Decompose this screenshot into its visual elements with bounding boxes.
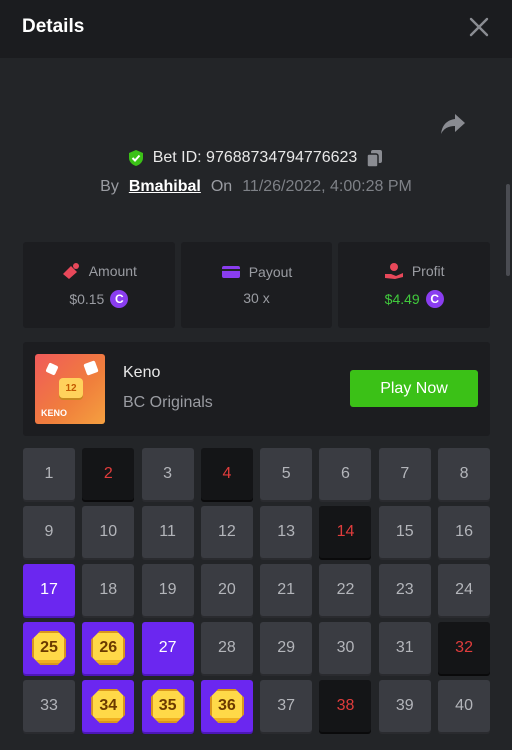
- scrollbar[interactable]: [506, 184, 510, 276]
- keno-cell-26: 26: [82, 622, 135, 674]
- keno-cell-28: 28: [200, 622, 253, 674]
- page-title: Details: [22, 16, 85, 37]
- byline: By Bmahibal On 11/26/2022, 4:00:28 PM: [0, 178, 512, 196]
- game-provider: BC Originals: [123, 394, 213, 411]
- keno-cell-12: 12: [200, 506, 253, 558]
- shield-check-icon: [128, 150, 143, 166]
- bet-id-row: Bet ID: 97688734794776623: [0, 148, 512, 168]
- play-now-button[interactable]: Play Now: [350, 370, 478, 407]
- keno-cell-13: 13: [260, 506, 313, 558]
- keno-cell-21: 21: [260, 564, 313, 616]
- keno-cell-39: 39: [378, 680, 431, 732]
- coin-icon: C: [110, 290, 129, 308]
- keno-cell-17: 17: [23, 564, 75, 616]
- profit-stat: Profit $4.49 C: [338, 242, 491, 328]
- keno-cell-1: 1: [23, 448, 75, 500]
- profit-hand-icon: [384, 263, 403, 279]
- hit-gem-icon: 34: [91, 689, 126, 723]
- bet-amount-icon: [62, 263, 79, 279]
- close-icon[interactable]: [468, 16, 490, 38]
- keno-cell-3: 3: [141, 448, 194, 500]
- keno-cell-5: 5: [260, 448, 313, 500]
- amount-value: $0.15: [69, 291, 105, 307]
- keno-cell-6: 6: [319, 448, 372, 500]
- copy-icon[interactable]: [365, 148, 385, 168]
- payout-stat: Payout 30 x: [180, 242, 333, 328]
- share-icon[interactable]: [440, 112, 466, 136]
- keno-cell-14: 14: [319, 506, 372, 558]
- bet-id: Bet ID: 97688734794776623: [152, 149, 358, 166]
- keno-cell-19: 19: [141, 564, 194, 616]
- keno-cell-4: 4: [200, 448, 253, 500]
- wallet-icon: [221, 266, 240, 278]
- hit-gem-icon: 35: [150, 689, 185, 723]
- bet-date: 11/26/2022, 4:00:28 PM: [242, 178, 412, 195]
- keno-cell-20: 20: [200, 564, 253, 616]
- keno-cell-32: 32: [438, 622, 491, 674]
- game-bar: 12 KENO Keno BC Originals Play Now: [23, 342, 490, 436]
- keno-cell-15: 15: [378, 506, 431, 558]
- profit-label: Profit: [411, 263, 445, 279]
- by-label: By: [100, 178, 119, 195]
- keno-cell-40: 40: [438, 680, 491, 732]
- keno-cell-16: 16: [438, 506, 491, 558]
- dice-icon: [45, 362, 59, 376]
- keno-cell-34: 34: [82, 680, 135, 732]
- keno-cell-23: 23: [378, 564, 431, 616]
- amount-label: Amount: [88, 263, 137, 279]
- keno-cell-38: 38: [319, 680, 372, 732]
- keno-cell-2: 2: [82, 448, 135, 500]
- keno-cell-10: 10: [82, 506, 135, 558]
- keno-cell-18: 18: [82, 564, 135, 616]
- keno-cell-29: 29: [260, 622, 313, 674]
- keno-grid: 1 2 3 4 5 6 7 8 9 10 11 12 13 14 15 16 17 18 19 20 21 22 23 24 2…: [23, 448, 491, 732]
- keno-cell-22: 22: [319, 564, 372, 616]
- game-name[interactable]: Keno: [123, 364, 160, 382]
- profit-value: $4.49: [384, 291, 420, 307]
- keno-ball: 12: [59, 378, 83, 398]
- keno-cell-30: 30: [319, 622, 372, 674]
- keno-cell-37: 37: [260, 680, 313, 732]
- keno-cell-27: 27: [141, 622, 194, 674]
- keno-cell-33: 33: [23, 680, 75, 732]
- dice-icon: [83, 360, 99, 376]
- hit-gem-icon: 36: [209, 689, 244, 723]
- keno-cell-31: 31: [378, 622, 431, 674]
- keno-cell-7: 7: [378, 448, 431, 500]
- coin-icon: C: [425, 290, 444, 308]
- keno-cell-35: 35: [141, 680, 194, 732]
- hit-gem-icon: 25: [32, 631, 66, 665]
- keno-cell-9: 9: [23, 506, 75, 558]
- payout-value: 30 x: [243, 290, 270, 306]
- game-thumbnail[interactable]: 12 KENO: [35, 354, 105, 424]
- amount-stat: Amount $0.15 C: [23, 242, 175, 328]
- keno-cell-8: 8: [438, 448, 491, 500]
- keno-cell-36: 36: [200, 680, 253, 732]
- hit-gem-icon: 26: [91, 631, 126, 665]
- payout-label: Payout: [248, 264, 293, 280]
- keno-cell-24: 24: [438, 564, 491, 616]
- keno-cell-11: 11: [141, 506, 194, 558]
- thumb-label: KENO: [41, 408, 68, 418]
- stats-row: Amount $0.15 C Payout 30 x Profit $4.49 …: [23, 242, 491, 328]
- on-label: On: [210, 178, 233, 195]
- keno-cell-25: 25: [23, 622, 75, 674]
- user-link[interactable]: Bmahibal: [129, 178, 201, 196]
- header: Details: [0, 0, 512, 58]
